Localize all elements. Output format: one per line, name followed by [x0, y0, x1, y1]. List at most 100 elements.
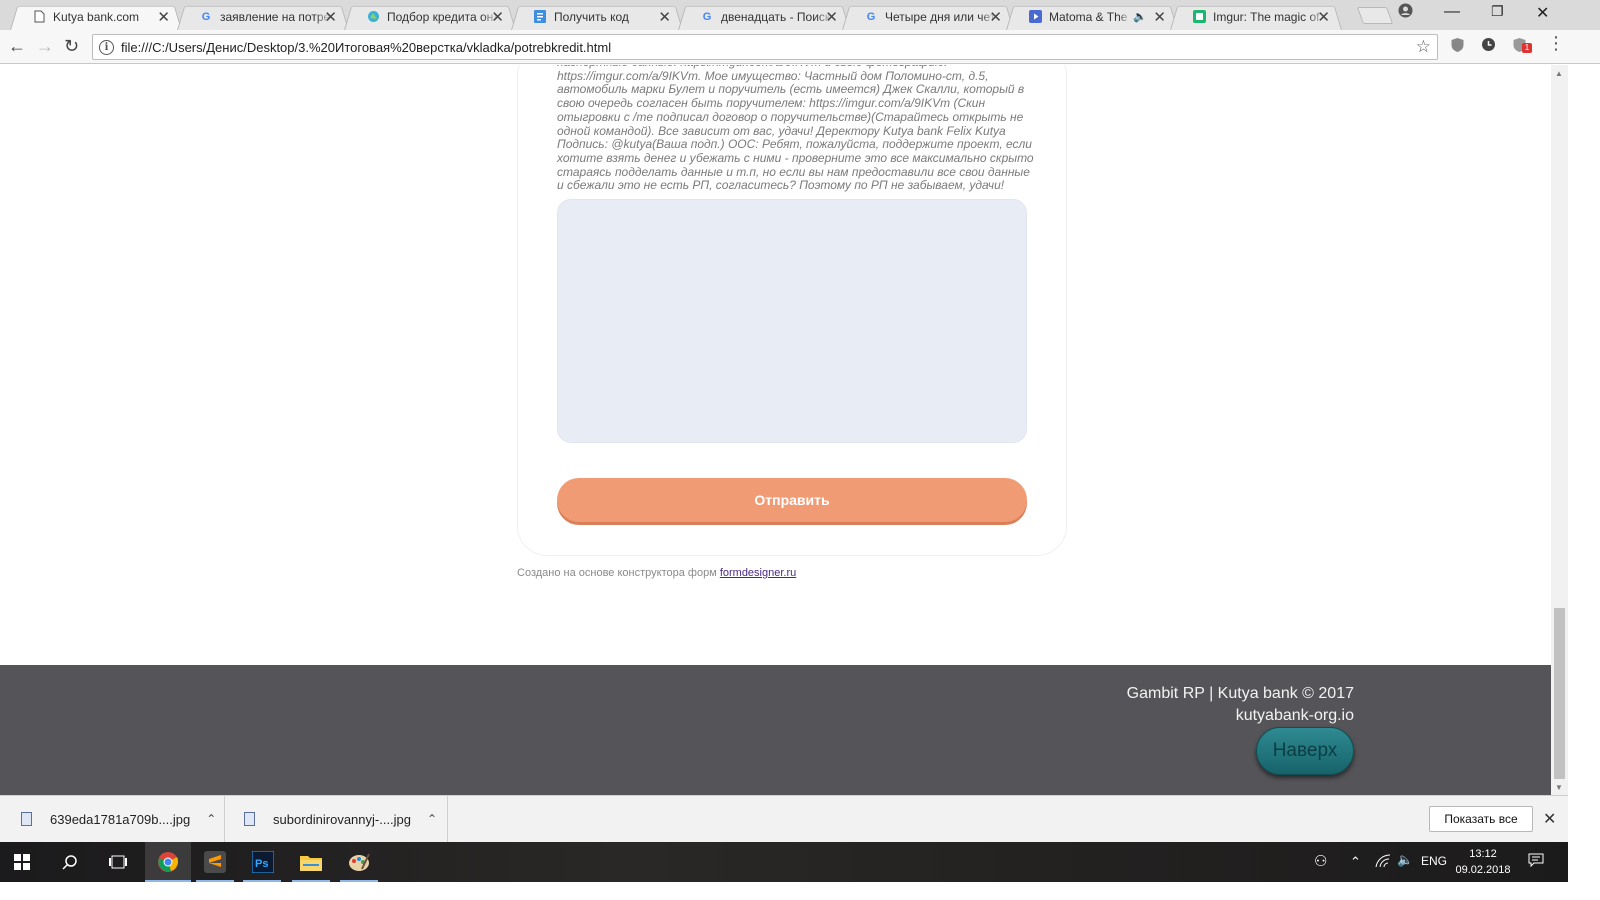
language-indicator[interactable]: ENG	[1421, 854, 1447, 868]
clock-date: 09.02.2018	[1455, 864, 1511, 876]
tab-title: Получить код	[554, 9, 629, 24]
tab-credit-selection[interactable]: Подбор кредита онлайн ✕	[344, 3, 516, 30]
close-downloads-icon[interactable]: ✕	[1543, 809, 1556, 829]
windows-taskbar: Ps ⚇ ⌃ 🔈 ENG 13:12 09.02.2018	[0, 842, 1568, 882]
download-item[interactable]: 639eda1781a709b....jpg ⌃	[0, 796, 225, 842]
tab-imgur[interactable]: Imgur: The magic of the Internet ✕	[1170, 3, 1342, 30]
download-filename: 639eda1781a709b....jpg	[50, 811, 191, 827]
form-description: паспортные данные: https://imgur.com/a/9…	[557, 65, 1034, 193]
imgur-icon	[1192, 10, 1206, 24]
chevron-up-icon[interactable]: ⌃	[206, 812, 216, 826]
minimize-icon[interactable]: —	[1444, 3, 1460, 21]
credit-text: Создано на основе конструктора форм	[517, 567, 717, 579]
volume-icon[interactable]: 🔈	[1397, 852, 1413, 868]
tab-title: Kutya bank.com	[53, 9, 140, 24]
menu-icon[interactable]: ⋮	[1547, 33, 1565, 54]
url-text: file:///C:/Users/Денис/Desktop/3.%20Итог…	[121, 39, 612, 55]
tab-close-icon[interactable]: ✕	[989, 8, 1002, 26]
address-bar[interactable]: i file:///C:/Users/Денис/Desktop/3.%20Ит…	[92, 34, 1438, 60]
clock-extension-icon[interactable]	[1481, 37, 1496, 56]
chevron-up-icon[interactable]: ⌃	[1350, 854, 1361, 870]
taskbar-running-indicator	[196, 880, 234, 882]
tab-close-icon[interactable]: ✕	[1317, 8, 1330, 26]
tab-title: Imgur: The magic of the Internet	[1213, 9, 1325, 24]
tab-title: Четыре дня или четыре	[885, 9, 997, 24]
tab-close-icon[interactable]: ✕	[658, 8, 671, 26]
tab-close-icon[interactable]: ✕	[324, 8, 337, 26]
tab-title: Matoma & The Vamps	[1049, 9, 1131, 24]
tab-close-icon[interactable]: ✕	[1153, 8, 1166, 26]
google-icon: G	[201, 10, 211, 23]
taskbar-running-indicator	[243, 880, 281, 882]
scroll-down-icon[interactable]: ▼	[1555, 783, 1563, 792]
svg-text:Ps: Ps	[255, 858, 268, 870]
tab-google-search-1[interactable]: G заявление на потребительский кредит ✕	[177, 3, 349, 30]
video-icon	[1028, 10, 1042, 24]
site-icon	[366, 10, 380, 24]
form-credit: Создано на основе конструктора форм form…	[517, 567, 796, 579]
audio-icon[interactable]: 🔈	[1133, 10, 1147, 23]
download-filename: subordinirovannyj-....jpg	[273, 811, 412, 827]
scroll-to-top-button[interactable]: Наверх	[1256, 727, 1354, 775]
clock-time: 13:12	[1469, 848, 1497, 860]
tab-close-icon[interactable]: ✕	[157, 8, 170, 26]
profile-icon[interactable]	[1398, 3, 1413, 23]
image-file-icon	[244, 812, 255, 826]
formdesigner-icon	[533, 10, 547, 24]
google-icon: G	[702, 10, 712, 23]
downloads-bar: 639eda1781a709b....jpg ⌃ subordinirovann…	[0, 795, 1568, 842]
windows-start-icon[interactable]	[10, 850, 34, 874]
new-tab-button[interactable]	[1356, 7, 1394, 24]
tab-google-search-3[interactable]: G Четыре дня или четыре ✕	[842, 3, 1014, 30]
file-explorer-icon[interactable]	[299, 850, 323, 874]
image-file-icon	[21, 812, 32, 826]
paint-icon[interactable]	[347, 850, 371, 874]
tab-title: Подбор кредита онлайн	[387, 9, 499, 24]
notification-center-icon[interactable]	[1528, 853, 1544, 870]
download-item[interactable]: subordinirovannyj-....jpg ⌃	[225, 796, 448, 842]
formdesigner-link[interactable]: formdesigner.ru	[720, 567, 796, 579]
page-viewport: паспортные данные: https://imgur.com/a/9…	[0, 65, 1551, 795]
page-scrollbar[interactable]: ▲ ▼	[1551, 65, 1568, 795]
extension-badge: 1	[1522, 43, 1532, 53]
footer-copyright: Gambit RP | Kutya bank © 2017	[1126, 685, 1354, 702]
close-window-icon[interactable]: ✕	[1536, 3, 1549, 23]
application-textarea[interactable]	[557, 199, 1027, 443]
info-icon[interactable]: i	[99, 39, 114, 55]
scroll-thumb[interactable]	[1554, 608, 1565, 779]
shield-extension-icon[interactable]	[1450, 37, 1465, 57]
submit-button[interactable]: Отправить	[557, 478, 1027, 522]
search-icon[interactable]	[58, 850, 82, 874]
people-icon[interactable]: ⚇	[1314, 852, 1327, 870]
taskbar-running-indicator	[292, 880, 330, 882]
tab-kutya-bank[interactable]: Kutya bank.com ✕	[10, 3, 182, 30]
tab-matoma-video[interactable]: Matoma & The Vamps 🔈 ✕	[1006, 3, 1178, 30]
tab-get-code[interactable]: Получить код ✕	[511, 3, 683, 30]
tab-google-search-2[interactable]: G двенадцать - Поиск в Google ✕	[678, 3, 850, 30]
page-footer: Gambit RP | Kutya bank © 2017 kutyabank-…	[0, 665, 1551, 795]
sublime-text-icon[interactable]	[203, 850, 227, 874]
footer-domain: kutyabank-org.io	[1235, 707, 1354, 724]
tab-strip: Kutya bank.com ✕ G заявление на потребит…	[0, 0, 1600, 30]
tab-title: заявление на потребительский кредит	[220, 9, 332, 24]
google-icon: G	[866, 10, 876, 23]
browser-toolbar: ← → ↻ i file:///C:/Users/Денис/Desktop/3…	[0, 30, 1600, 64]
system-clock[interactable]: 13:12 09.02.2018	[1452, 846, 1514, 878]
bookmark-star-icon[interactable]: ☆	[1416, 37, 1431, 57]
page-icon	[32, 10, 46, 24]
tab-close-icon[interactable]: ✕	[825, 8, 838, 26]
scroll-up-icon[interactable]: ▲	[1555, 69, 1563, 78]
reload-icon[interactable]: ↻	[64, 36, 79, 57]
restore-icon[interactable]: ❐	[1491, 3, 1504, 20]
photoshop-icon[interactable]: Ps	[251, 850, 275, 874]
chrome-icon[interactable]	[156, 850, 180, 874]
show-all-downloads-button[interactable]: Показать все	[1429, 806, 1533, 832]
forward-icon[interactable]: →	[36, 36, 54, 57]
taskbar-running-indicator	[340, 880, 378, 882]
tab-title: двенадцать - Поиск в Google	[721, 9, 833, 24]
task-view-icon[interactable]	[106, 850, 130, 874]
network-icon[interactable]	[1375, 854, 1391, 871]
tab-close-icon[interactable]: ✕	[491, 8, 504, 26]
chevron-up-icon[interactable]: ⌃	[427, 812, 437, 826]
back-icon[interactable]: ←	[8, 36, 26, 57]
